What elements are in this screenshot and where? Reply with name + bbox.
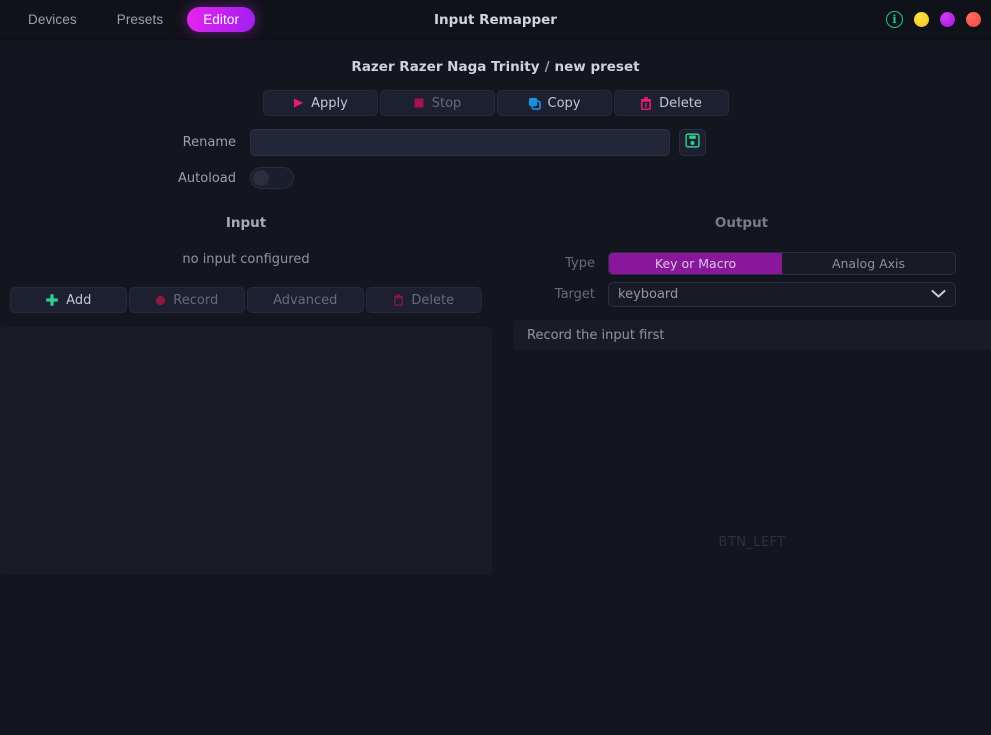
output-column: Output Type Key or Macro Analog Axis Tar… xyxy=(492,215,991,550)
plus-icon xyxy=(45,293,59,307)
nav-tab-devices[interactable]: Devices xyxy=(12,7,93,32)
record-input-button-label: Record xyxy=(173,292,219,308)
copy-icon xyxy=(528,97,541,110)
target-select[interactable]: keyboard xyxy=(608,282,956,307)
delete-preset-button[interactable]: Delete xyxy=(613,90,729,116)
input-column: Input no input configured Add Record Adv… xyxy=(0,215,492,575)
add-input-button[interactable]: Add xyxy=(10,287,127,313)
device-name: Razer Razer Naga Trinity xyxy=(351,59,540,75)
delete-input-button[interactable]: Delete xyxy=(365,287,482,313)
advanced-input-button-label: Advanced xyxy=(273,292,338,308)
output-target-label: Target xyxy=(554,287,595,302)
preset-actions: Apply Stop Copy Delete xyxy=(0,90,991,116)
save-preset-button[interactable] xyxy=(679,129,706,156)
add-input-button-label: Add xyxy=(66,292,92,308)
autoload-toggle-knob xyxy=(253,170,269,186)
autoload-label: Autoload xyxy=(178,170,236,186)
delete-preset-button-label: Delete xyxy=(659,95,702,111)
input-section-title: Input xyxy=(225,215,267,231)
no-input-message: no input configured xyxy=(182,252,310,267)
stop-button[interactable]: Stop xyxy=(379,90,495,116)
trash-icon xyxy=(640,96,652,110)
target-select-value: keyboard xyxy=(618,287,679,302)
rename-label: Rename xyxy=(182,135,236,150)
input-buttons: Add Record Advanced Delete xyxy=(0,287,492,313)
header-bar: Devices Presets Editor Input Remapper i xyxy=(0,0,991,40)
nav-tab-presets[interactable]: Presets xyxy=(101,7,179,32)
advanced-input-button[interactable]: Advanced xyxy=(247,287,364,313)
minimize-button[interactable] xyxy=(914,12,929,27)
output-section-title: Output xyxy=(714,215,769,231)
nav-tabs: Devices Presets Editor xyxy=(12,7,256,32)
maximize-button[interactable] xyxy=(940,12,955,27)
rename-input[interactable] xyxy=(250,129,670,156)
apply-button[interactable]: Apply xyxy=(262,90,378,116)
segment-analog-axis[interactable]: Analog Axis xyxy=(782,253,955,274)
rename-row: Rename xyxy=(0,129,991,156)
nav-tab-editor[interactable]: Editor xyxy=(187,7,256,32)
output-target-row: Target keyboard xyxy=(492,282,991,307)
preset-name: new preset xyxy=(554,59,640,75)
preset-breadcrumb: Razer Razer Naga Trinity / new preset xyxy=(0,59,991,75)
copy-button[interactable]: Copy xyxy=(496,90,612,116)
output-type-segmented-control: Key or Macro Analog Axis xyxy=(608,252,956,275)
delete-input-button-label: Delete xyxy=(411,292,455,308)
output-type-label: Type xyxy=(565,256,595,271)
output-editor-placeholder: BTN_LEFT xyxy=(718,535,786,550)
info-circle-icon[interactable]: i xyxy=(886,11,903,28)
autoload-toggle[interactable] xyxy=(250,167,294,189)
breadcrumb-separator: / xyxy=(544,59,550,75)
floppy-save-icon xyxy=(685,133,700,152)
stop-button-label: Stop xyxy=(431,95,462,111)
input-list-panel xyxy=(0,327,492,575)
play-triangle-icon xyxy=(292,97,304,109)
record-dot-icon xyxy=(155,295,166,306)
apply-button-label: Apply xyxy=(311,95,348,111)
segment-key-or-macro[interactable]: Key or Macro xyxy=(609,253,782,274)
window-controls: i xyxy=(886,11,981,28)
trash-icon xyxy=(393,294,404,306)
close-button[interactable] xyxy=(966,12,981,27)
stop-square-icon xyxy=(413,97,425,109)
record-input-button[interactable]: Record xyxy=(128,287,245,313)
autoload-row: Autoload xyxy=(0,167,991,189)
output-type-row: Type Key or Macro Analog Axis xyxy=(492,252,991,275)
main-content: Razer Razer Naga Trinity / new preset Appl… xyxy=(0,40,991,635)
copy-button-label: Copy xyxy=(547,95,581,111)
record-hint: Record the input first xyxy=(513,320,991,350)
editor-columns: Input no input configured Add Record Adv… xyxy=(0,215,991,575)
chevron-down-icon xyxy=(931,287,946,302)
